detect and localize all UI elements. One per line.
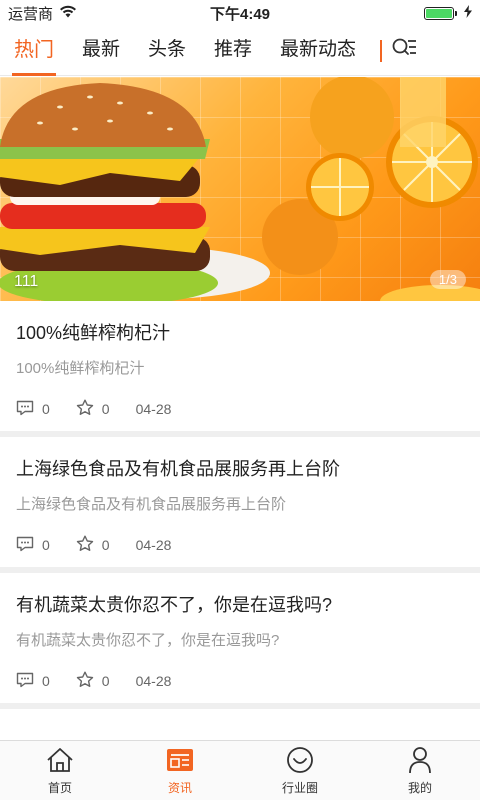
like-count: 0 — [101, 537, 110, 553]
comment-count: 0 — [42, 673, 50, 689]
tab-latest-updates[interactable]: 最新动态 — [266, 26, 370, 76]
news-title: 100%纯鲜榨枸杞汁 — [16, 323, 171, 343]
status-bar: 运营商 下午4:49 — [0, 0, 480, 26]
news-summary: 有机蔬菜太贵你忍不了，你是在逗我吗? — [16, 632, 280, 649]
category-tabs: 热门 最新 头条 推荐 最新动态 — [0, 26, 480, 76]
news-date: 04-28 — [135, 673, 172, 689]
banner-pager: 1/3 — [429, 270, 466, 289]
comment-icon[interactable] — [16, 672, 34, 691]
banner-caption: 111 — [14, 273, 39, 290]
nav-industry-label: 行业圈 — [281, 781, 318, 795]
nav-mine[interactable]: 我的 — [360, 741, 480, 800]
bottom-nav: 首页 资讯 行业圈 我的 — [0, 740, 480, 800]
comment-count: 0 — [42, 537, 50, 553]
circle-icon — [285, 745, 315, 775]
comment-icon[interactable] — [16, 400, 34, 419]
news-item[interactable]: 有机蔬菜太贵你忍不了，你是在逗我吗? 有机蔬菜太贵你忍不了，你是在逗我吗? 0 … — [0, 573, 480, 709]
wifi-icon — [59, 5, 77, 22]
comment-count: 0 — [42, 401, 50, 417]
banner-image — [0, 77, 480, 301]
news-item[interactable]: 上海绿色食品及有机食品展服务再上台阶 上海绿色食品及有机食品展服务再上台阶 0 … — [0, 437, 480, 573]
news-meta: 0 0 04-28 — [16, 535, 171, 555]
home-icon — [45, 745, 75, 775]
news-summary: 100%纯鲜榨枸杞汁 — [16, 360, 145, 377]
news-icon — [165, 745, 195, 775]
nav-mine-label: 我的 — [407, 781, 432, 795]
news-date: 04-28 — [135, 401, 172, 417]
news-title: 有机蔬菜太贵你忍不了，你是在逗我吗? — [16, 595, 333, 615]
battery-icon — [424, 6, 457, 20]
nav-home-label: 首页 — [47, 781, 72, 795]
like-count: 0 — [101, 401, 110, 417]
news-list: 100%纯鲜榨枸杞汁 100%纯鲜榨枸杞汁 0 0 04-28 上海绿色食品及有… — [0, 301, 480, 709]
search-menu-button[interactable] — [382, 26, 426, 76]
nav-home[interactable]: 首页 — [0, 741, 120, 800]
nav-news[interactable]: 资讯 — [120, 741, 240, 800]
nav-news-label: 资讯 — [167, 781, 192, 795]
news-meta: 0 0 04-28 — [16, 399, 171, 419]
charging-icon — [464, 4, 472, 22]
news-title: 上海绿色食品及有机食品展服务再上台阶 — [16, 459, 340, 479]
star-icon[interactable] — [76, 535, 94, 555]
tab-headlines[interactable]: 头条 — [134, 26, 200, 76]
star-icon[interactable] — [76, 399, 94, 419]
search-list-icon — [391, 37, 417, 64]
like-count: 0 — [101, 673, 110, 689]
news-item[interactable]: 100%纯鲜榨枸杞汁 100%纯鲜榨枸杞汁 0 0 04-28 — [0, 301, 480, 437]
burger-image — [0, 83, 218, 301]
banner-carousel[interactable]: 111 1/3 — [0, 77, 480, 301]
carrier-label: 运营商 — [8, 5, 54, 23]
news-date: 04-28 — [135, 537, 172, 553]
user-icon — [405, 745, 435, 775]
comment-icon[interactable] — [16, 536, 34, 555]
star-icon[interactable] — [76, 671, 94, 691]
tab-recommended[interactable]: 推荐 — [200, 26, 266, 76]
news-summary: 上海绿色食品及有机食品展服务再上台阶 — [16, 496, 287, 513]
tab-hot[interactable]: 热门 — [0, 26, 68, 76]
news-meta: 0 0 04-28 — [16, 671, 171, 691]
nav-industry-circle[interactable]: 行业圈 — [240, 741, 360, 800]
tab-latest[interactable]: 最新 — [68, 26, 134, 76]
